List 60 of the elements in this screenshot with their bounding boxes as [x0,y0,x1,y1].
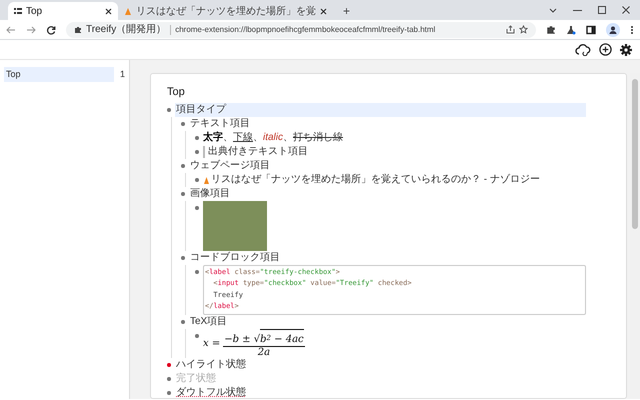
share-icon[interactable] [506,25,515,34]
side-panel-icon[interactable] [586,24,596,34]
tab-title: リスはなぜ「ナッツを埋めた場所」を覚 [136,4,316,18]
sidebar-item[interactable]: Top [4,67,114,82]
address-bar[interactable]: Treeify（開発用） chrome-extension://lbopmpnoefihcgfemmbokeoceafcfmml/treeify-tab.html [66,22,536,38]
item-text[interactable]: ウェブページ項目 [189,158,271,172]
settings-icon[interactable] [620,44,632,56]
close-icon[interactable] [622,6,630,14]
bullet-icon[interactable] [167,376,171,380]
chevron-down-icon[interactable] [549,8,557,12]
forward-icon[interactable] [26,24,36,34]
browser-tab[interactable]: Top [8,2,118,20]
item-count: 1 [120,68,125,81]
item-text[interactable]: テキスト項目 [189,116,251,130]
bullet-icon[interactable] [195,206,199,210]
close-icon[interactable] [320,8,327,14]
bullet-icon[interactable] [195,334,199,338]
url-text: chrome-extension://lbopmpnoefihcgfemmbokeoceafcfmml/treeify-tab.html [175,24,436,36]
new-tab-button[interactable]: + [339,2,354,20]
bullet-icon[interactable] [195,136,199,140]
item-text[interactable]: 項目タイプ [175,102,586,116]
item-text[interactable]: TeX項目 [189,314,228,328]
bullet-icon[interactable] [181,320,185,324]
puzzle-icon[interactable] [546,24,556,34]
flask-icon[interactable] [566,24,576,34]
site-favicon-icon [203,176,210,184]
menu-icon[interactable] [630,24,634,34]
bullet-icon[interactable] [195,150,199,154]
web-page-link[interactable]: リスはなぜ「ナッツを埋めた場所」を覚えていられるのか？ - ナゾロジー [211,172,540,186]
bullet-icon[interactable] [195,178,199,182]
tree-icon [14,7,22,15]
bullet-icon[interactable] [167,390,171,394]
browser-tab[interactable]: リスはなぜ「ナッツを埋めた場所」を覚 [118,2,333,20]
item-text[interactable]: ハイライト状態 [175,358,247,372]
reload-icon[interactable] [46,24,56,34]
item-text[interactable]: 画像項目 [189,186,231,200]
cloud-sync-icon[interactable] [575,44,591,56]
puzzle-icon [74,26,82,34]
site-name: Treeify（開発用） [86,23,166,37]
item-text[interactable]: ダウトフル状態 [175,386,247,400]
bullet-icon[interactable] [167,362,171,366]
page-title: Top [167,85,186,100]
item-text[interactable]: コードブロック項目 [189,250,281,264]
citation-item[interactable]: 出典付きテキスト項目 [203,146,308,158]
back-icon[interactable] [6,24,16,34]
bullet-icon[interactable] [181,164,185,168]
close-icon[interactable] [105,8,112,14]
bullet-icon[interactable] [181,256,185,260]
math-formula[interactable]: x = −b ± √b$^{2}$ − 4ac 2a [203,328,305,358]
bullet-icon[interactable] [195,270,199,274]
maximize-icon[interactable] [598,6,606,14]
bullet-icon[interactable] [181,192,185,196]
bullet-icon[interactable] [181,122,185,126]
add-icon[interactable] [599,43,612,56]
profile-icon[interactable] [606,22,620,36]
item-text[interactable]: 太字、下線、italic、打ち消し線 [203,130,344,144]
site-favicon-icon [124,7,132,15]
star-icon[interactable] [519,25,528,34]
tab-title: Top [26,4,44,18]
bullet-icon[interactable] [167,108,171,112]
